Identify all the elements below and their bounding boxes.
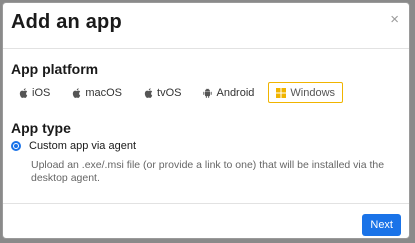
modal-header: Add an app × [3,3,409,49]
platform-label-android: Android [216,86,255,99]
app-type-option-description: Upload an .exe/.msi file (or provide a l… [31,159,385,184]
app-type-heading: App type [11,120,71,136]
next-button[interactable]: Next [362,214,401,236]
platform-label-tvos: tvOS [157,86,182,99]
add-app-modal: Add an app × App platform iOS macOS tvOS [2,2,410,239]
modal-footer: Next [3,203,409,238]
apple-icon [144,87,153,98]
apple-icon [19,87,28,98]
platform-option-android[interactable]: Android [195,82,262,103]
platform-label-macos: macOS [85,86,123,99]
app-type-option-custom[interactable]: Custom app via agent [11,140,136,152]
windows-icon [276,87,287,98]
radio-button[interactable] [11,141,21,151]
platform-label-windows: Windows [290,86,336,99]
app-platform-heading: App platform [11,61,99,77]
platform-label-ios: iOS [32,86,51,99]
platform-option-windows[interactable]: Windows [268,82,344,103]
platform-option-macos[interactable]: macOS [64,82,130,103]
platform-option-tvos[interactable]: tvOS [136,82,189,103]
modal-title: Add an app [11,11,122,33]
platform-option-ios[interactable]: iOS [11,82,58,103]
close-icon[interactable]: × [390,12,399,27]
app-type-option-label: Custom app via agent [29,140,137,152]
apple-icon [72,87,81,98]
android-icon [203,87,213,98]
platform-options: iOS macOS tvOS Android Windows [11,82,349,103]
